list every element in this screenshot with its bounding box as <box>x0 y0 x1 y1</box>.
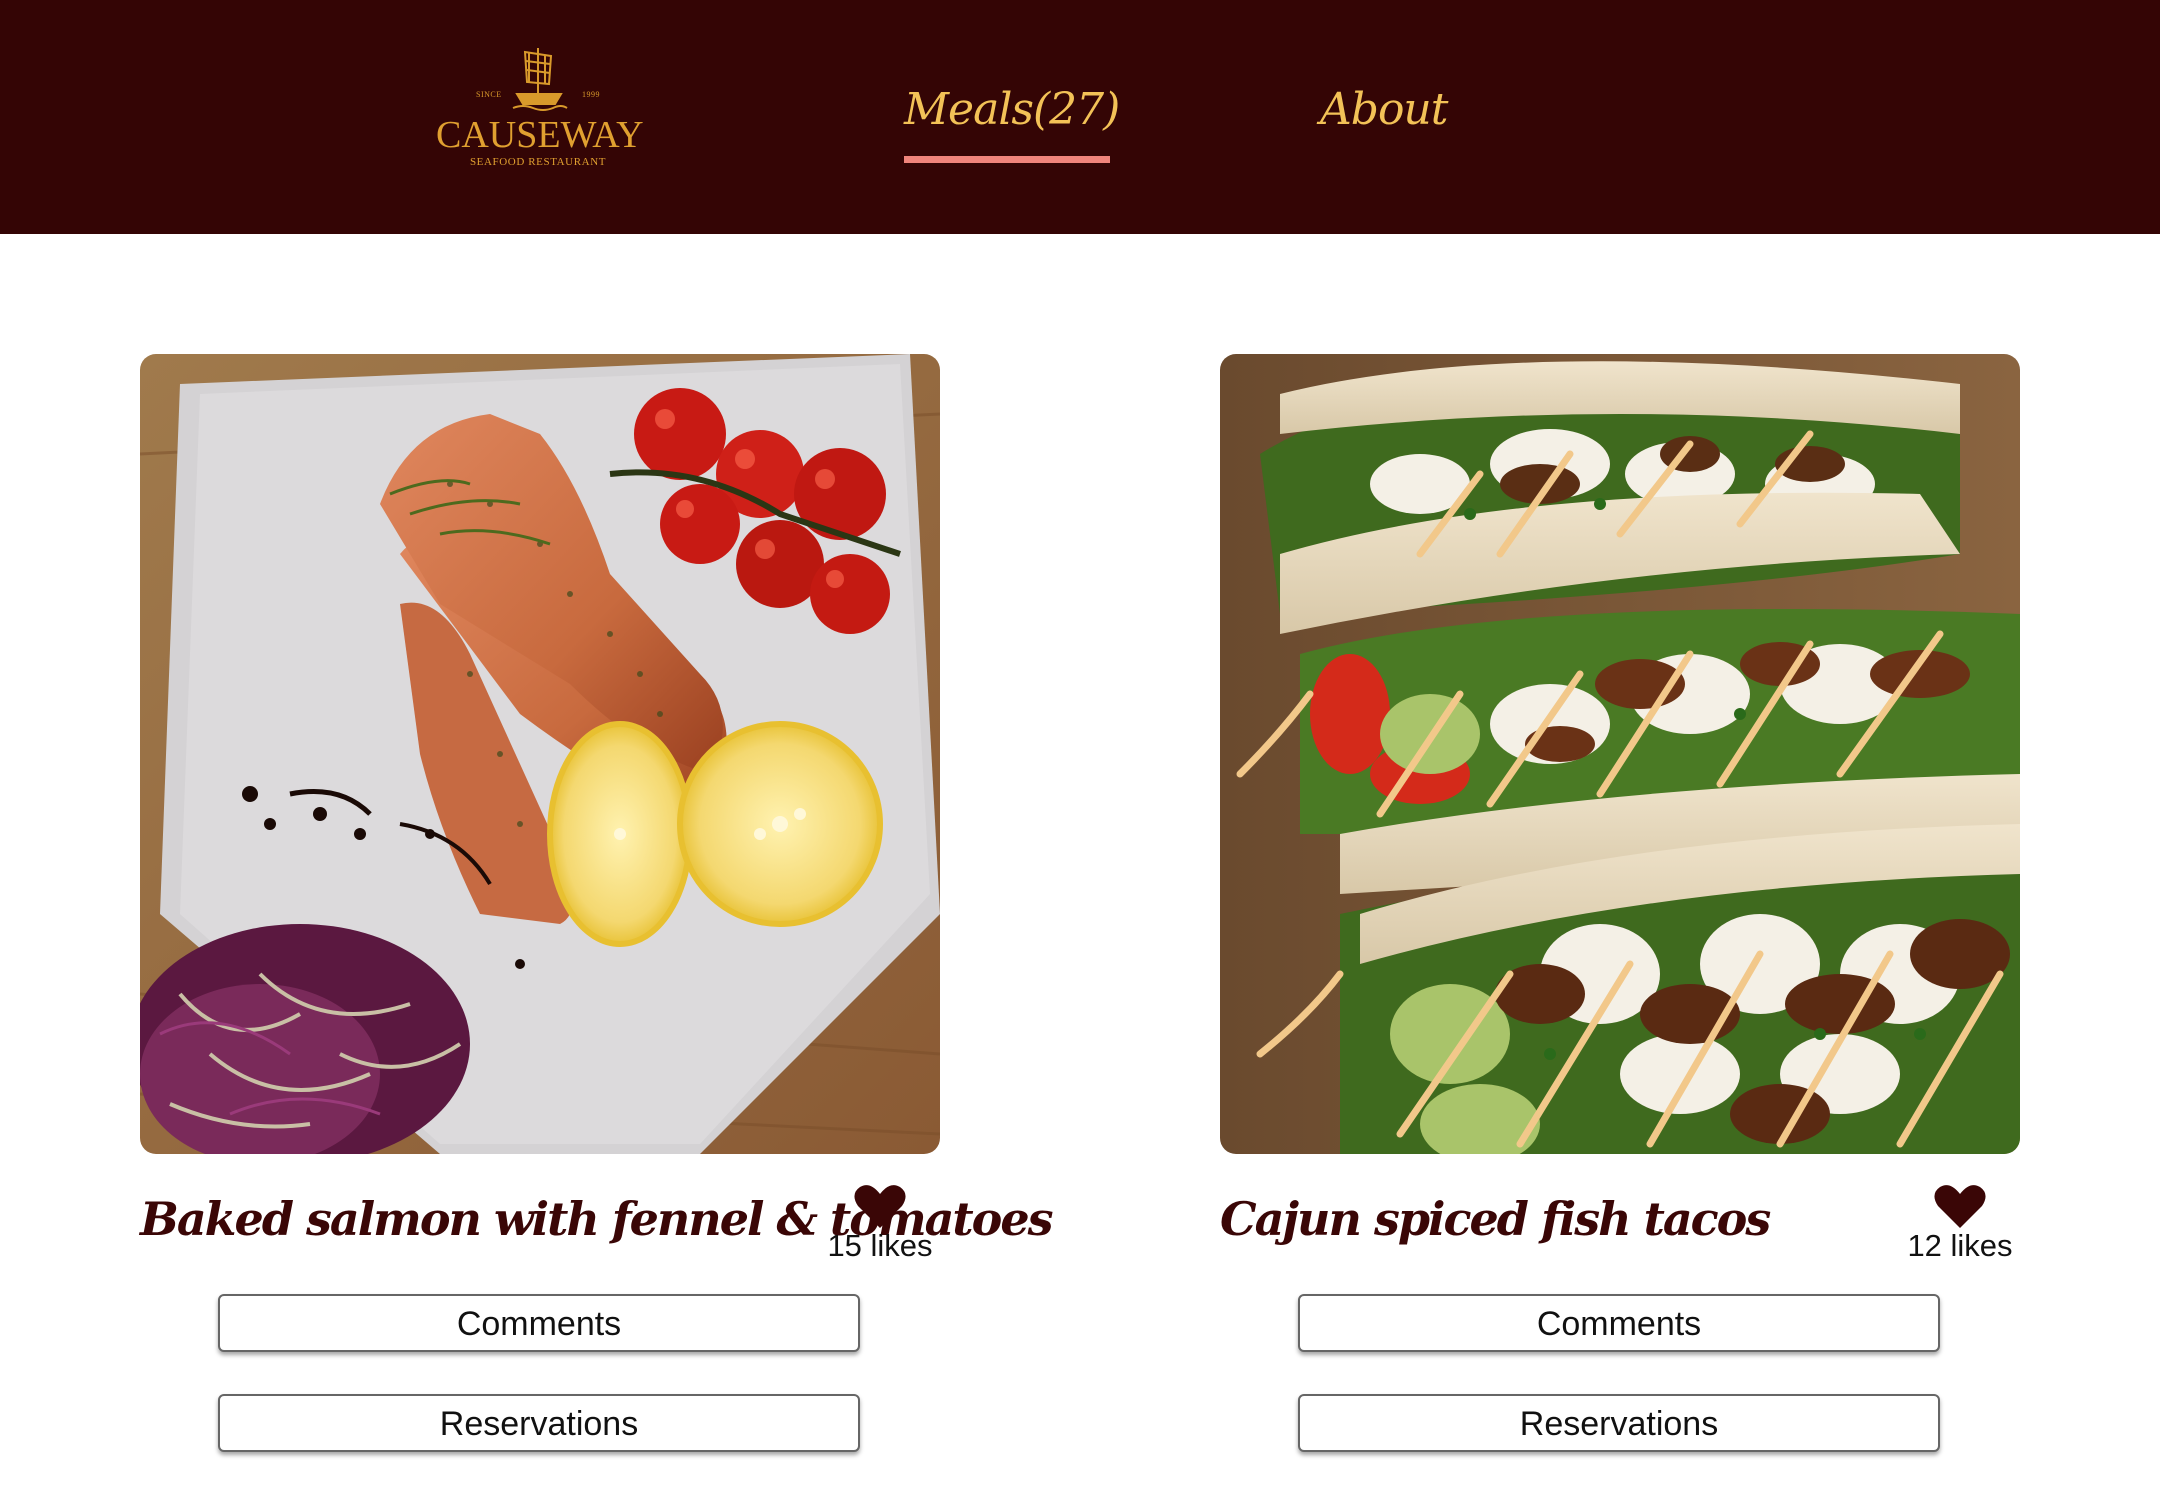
comments-button[interactable]: Comments <box>1298 1294 1940 1352</box>
nav-about-label: About <box>1320 84 1448 135</box>
meal-info-row: Baked salmon with fennel & tomatoes 15 l… <box>140 1184 1054 1294</box>
logo[interactable]: SINCE 1999 CAUSEWAY SEAFOOD RESTAURANT <box>436 44 644 174</box>
tacos-photo <box>1220 354 2020 1154</box>
comments-button[interactable]: Comments <box>218 1294 860 1352</box>
logo-since-label: SINCE <box>476 90 502 99</box>
meal-title: Cajun spiced fish tacos <box>1220 1192 1771 1246</box>
salmon-photo <box>140 354 940 1154</box>
ship-icon <box>512 48 568 111</box>
heart-icon[interactable] <box>1934 1184 1986 1230</box>
logo-name: CAUSEWAY <box>436 114 644 156</box>
logo-since-year: 1999 <box>582 90 600 99</box>
nav-meals[interactable]: Meals(27) <box>904 84 1120 164</box>
reservations-button[interactable]: Reservations <box>1298 1394 1940 1452</box>
nav-about[interactable]: About <box>1320 84 1448 135</box>
heart-icon[interactable] <box>854 1184 906 1230</box>
like-box: 12 likes <box>1900 1184 2020 1264</box>
salmon-image <box>140 354 940 1154</box>
nav-meals-label: Meals(27) <box>904 84 1120 135</box>
active-nav-underline <box>904 156 1110 163</box>
site-header: SINCE 1999 CAUSEWAY SEAFOOD RESTAURANT M… <box>0 0 2160 234</box>
reservations-button[interactable]: Reservations <box>218 1394 860 1452</box>
tacos-image <box>1220 354 2020 1154</box>
likes-count: 12 likes <box>1907 1228 2013 1263</box>
like-box: 15 likes <box>820 1184 940 1264</box>
likes-count: 15 likes <box>827 1228 933 1263</box>
meal-info-row: Cajun spiced fish tacos 12 likes <box>1220 1184 2020 1294</box>
meal-card: Cajun spiced fish tacos 12 likes Comment… <box>1220 354 2020 1452</box>
logo-subtitle: SEAFOOD RESTAURANT <box>469 156 607 168</box>
meal-card: Baked salmon with fennel & tomatoes 15 l… <box>140 354 1054 1452</box>
